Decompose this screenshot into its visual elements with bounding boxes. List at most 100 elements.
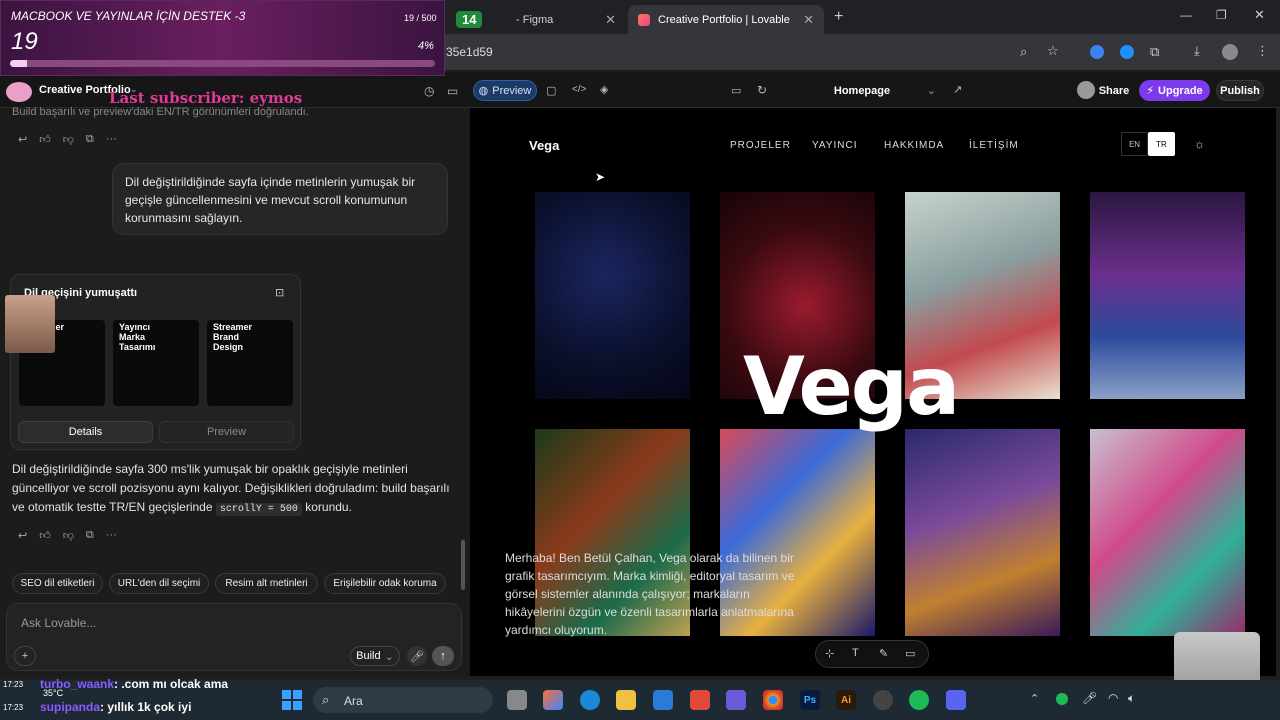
chat-username: supipanda (40, 700, 101, 714)
text-tool-icon[interactable]: T (852, 647, 859, 659)
nav-yayinci[interactable]: YAYINCI (812, 140, 858, 151)
lang-tr-button[interactable]: TR (1148, 132, 1175, 156)
nav-projeler[interactable]: PROJELER (730, 140, 791, 151)
copy-icon[interactable]: ⧉ (86, 529, 94, 542)
file-icon[interactable]: ▢ (546, 84, 556, 97)
more-icon[interactable]: ··· (106, 529, 117, 542)
layers-icon[interactable]: ◈ (600, 83, 608, 96)
url-text[interactable]: 35e1d59 (446, 45, 493, 59)
pen-icon[interactable]: ✎ (879, 647, 888, 660)
publish-button[interactable]: Publish (1216, 80, 1264, 101)
close-icon[interactable]: ✕ (803, 12, 814, 28)
gmail-icon[interactable] (690, 690, 710, 710)
lang-en-button[interactable]: EN (1121, 132, 1148, 156)
tray-chevron-icon[interactable]: ⌃ (1030, 692, 1039, 705)
task-view-icon[interactable] (507, 690, 527, 710)
upgrade-button[interactable]: ⚡ Upgrade (1139, 80, 1210, 101)
illustrator-icon[interactable]: Ai (836, 690, 856, 710)
undo-icon[interactable]: ↩ (18, 133, 27, 146)
history-icon[interactable]: ◷ (424, 84, 434, 98)
bookmark-icon[interactable]: ⊡ (275, 286, 284, 299)
open-external-icon[interactable]: ↗ (953, 83, 962, 96)
suggestion-chip[interactable]: Resim alt metinleri (215, 573, 318, 594)
undo-icon[interactable]: ↩ (18, 529, 27, 542)
monitor-icon[interactable]: ▭ (731, 84, 741, 97)
extension-icon[interactable] (1120, 45, 1134, 59)
select-element-icon[interactable]: ⊹ (825, 647, 834, 660)
suggestion-chip[interactable]: Erişilebilir odak koruma (324, 573, 446, 594)
more-icon[interactable]: ··· (106, 133, 117, 146)
gallery-image[interactable] (1090, 429, 1245, 636)
zoom-icon[interactable]: ⌕ (1020, 44, 1027, 60)
download-icon[interactable]: ⤓ (1194, 43, 1200, 59)
card-preview-button[interactable]: Preview (159, 421, 294, 443)
thumbs-down-icon[interactable]: 👎︎ (63, 529, 74, 542)
mail-icon[interactable] (653, 690, 673, 710)
user-avatar[interactable] (1077, 81, 1095, 99)
volume-icon[interactable]: 🔈︎ (1128, 691, 1135, 706)
share-button[interactable]: Share (1094, 80, 1134, 101)
suggestion-chip[interactable]: SEO dil etiketleri (12, 573, 103, 594)
profile-avatar[interactable] (1222, 44, 1238, 60)
taskbar-search[interactable] (313, 687, 493, 713)
new-tab-icon[interactable]: + (834, 8, 843, 26)
copy-icon[interactable]: ⧉ (86, 133, 94, 146)
chat-timestamp: 17:23 (3, 703, 24, 712)
chat-scrollbar[interactable] (461, 540, 465, 590)
app-icon[interactable] (726, 690, 746, 710)
tab-counter[interactable]: 14 (446, 5, 506, 34)
photoshop-icon[interactable]: Ps (800, 690, 820, 710)
thumbs-down-icon[interactable]: 👎︎ (63, 133, 74, 146)
gallery-image[interactable] (1090, 192, 1245, 399)
nav-iletisim[interactable]: İLETİŞİM (969, 140, 1019, 151)
window-close-icon[interactable]: ✕ (1254, 7, 1265, 23)
copilot-icon[interactable] (543, 690, 563, 710)
obs-icon[interactable] (873, 690, 893, 710)
details-button[interactable]: Details (18, 421, 153, 443)
tab-figma[interactable]: - Figma ✕ (506, 5, 626, 34)
chrome-icon[interactable] (763, 690, 783, 710)
windows-start-icon[interactable] (282, 690, 302, 710)
lovable-favicon-icon (638, 13, 650, 26)
more-menu-icon[interactable]: ⋮ (1256, 43, 1269, 59)
goal-title: MACBOOK VE YAYINLAR İÇİN DESTEK -3 (11, 9, 246, 23)
code-icon[interactable]: </> (572, 84, 586, 95)
build-mode-select[interactable]: Build ⌄ (350, 646, 400, 666)
preview-button[interactable]: ◍ Preview (473, 80, 537, 101)
discord-icon[interactable] (946, 690, 966, 710)
send-arrow-icon[interactable]: ↑ (432, 646, 454, 666)
lightning-icon: ⚡ (1146, 85, 1155, 97)
suggestion-chip[interactable]: URL'den dil seçimi (109, 573, 209, 594)
microphone-tray-icon[interactable]: 🎤︎ (1082, 691, 1097, 705)
minimize-icon[interactable]: — (1180, 8, 1192, 22)
page-select[interactable]: Homepage ⌄ (780, 80, 944, 101)
edge-icon[interactable] (580, 690, 600, 710)
chat-username: turbo_waank (40, 677, 115, 691)
chat-message: : yıllık 1k çok iyi (100, 700, 192, 714)
site-logo[interactable]: Vega (529, 138, 559, 153)
refresh-icon[interactable]: ↻ (757, 83, 767, 97)
bookmark-star-icon[interactable]: ☆ (1047, 43, 1059, 59)
reply-code: scrollY = 500 (215, 503, 302, 516)
gallery-image[interactable] (535, 192, 690, 399)
sidebar-toggle-icon[interactable]: ▭ (447, 84, 458, 98)
gallery-image[interactable] (905, 429, 1060, 636)
spotify-icon[interactable] (909, 690, 929, 710)
maximize-icon[interactable]: ❐ (1216, 8, 1227, 22)
extension-icon[interactable] (1090, 45, 1104, 59)
wifi-icon[interactable]: ◠ (1108, 691, 1118, 705)
nav-hakkimda[interactable]: HAKKIMDA (884, 140, 944, 151)
extensions-puzzle-icon[interactable]: ⧉ (1150, 44, 1159, 60)
tray-app-icon[interactable] (1056, 693, 1068, 705)
close-icon[interactable]: ✕ (605, 12, 616, 28)
chat-input-placeholder[interactable]: Ask Lovable... (21, 616, 96, 630)
tab-lovable[interactable]: Creative Portfolio | Lovable ✕ (628, 5, 824, 34)
thumbs-up-icon[interactable]: 👍︎ (39, 529, 51, 542)
file-explorer-icon[interactable] (616, 690, 636, 710)
comment-icon[interactable]: ▭ (905, 647, 915, 660)
add-attachment-icon[interactable]: + (14, 646, 36, 666)
theme-sun-icon[interactable]: ☼ (1194, 137, 1205, 151)
thumbs-up-icon[interactable]: 👍︎ (39, 133, 51, 146)
chat-message: : .com mı olcak ama (114, 677, 229, 691)
microphone-icon[interactable]: 🎤︎ (407, 646, 427, 666)
